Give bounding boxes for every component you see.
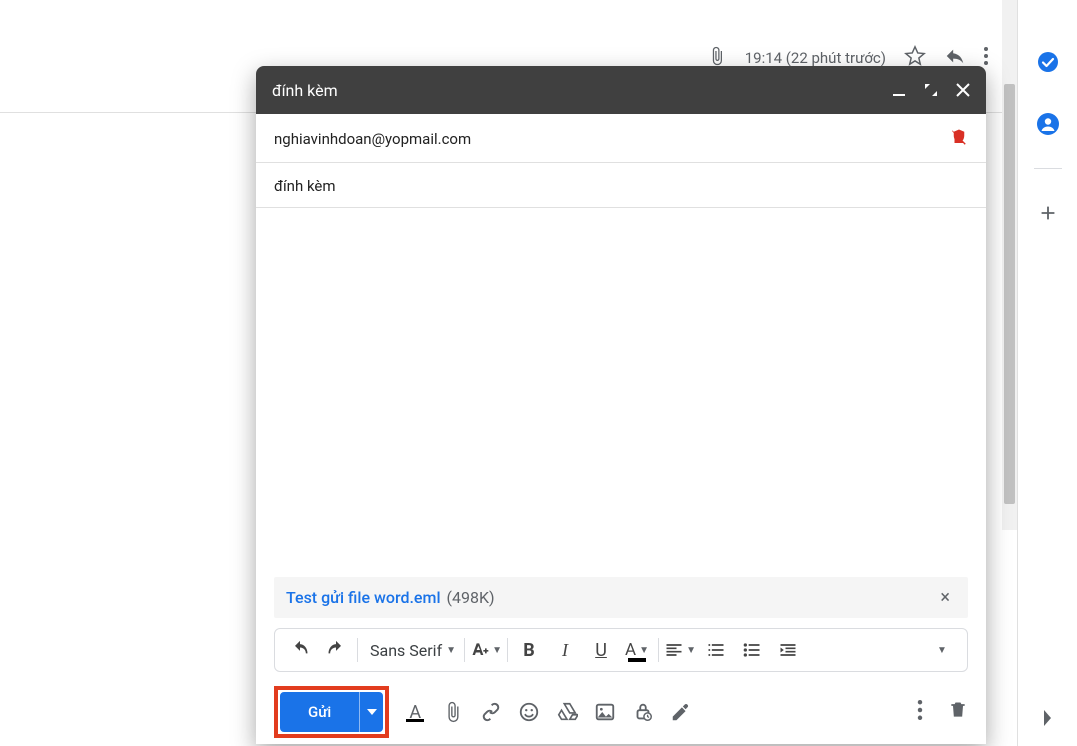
compose-body[interactable] [256, 208, 986, 577]
indent-button[interactable] [771, 633, 805, 667]
bold-button[interactable]: B [512, 633, 546, 667]
text-color-button[interactable]: A▼ [620, 633, 654, 667]
more-formatting-button[interactable]: ▼ [925, 633, 959, 667]
font-size-button[interactable]: ▼ [469, 633, 503, 667]
attachment-size: (498K) [447, 588, 495, 607]
formatting-toolbar: Sans Serif ▼ ▼ B I U A▼ ▼ ▼ [274, 628, 968, 672]
insert-photo-icon[interactable] [593, 700, 617, 724]
attachment-chip: Test gửi file word.eml (498K) × [274, 577, 968, 618]
minimize-icon[interactable] [892, 83, 906, 97]
send-button[interactable]: Gửi [280, 692, 383, 732]
italic-button[interactable]: I [548, 633, 582, 667]
side-expand-icon[interactable] [1018, 708, 1077, 728]
recipient-chip[interactable]: nghiavinhdoan@yopmail.com [274, 130, 950, 148]
insert-signature-icon[interactable] [669, 700, 693, 724]
underline-button[interactable]: U [584, 633, 618, 667]
compose-tool-icons: A [403, 700, 693, 724]
subject-text[interactable]: đính kèm [274, 177, 336, 195]
add-app-button[interactable] [1030, 195, 1066, 231]
tasks-app-icon[interactable] [1030, 44, 1066, 80]
compose-window: đính kèm nghiavinhdoan@yopmail.com đính … [256, 66, 986, 744]
send-button-label[interactable]: Gửi [280, 692, 359, 732]
send-options-dropdown[interactable] [359, 692, 383, 732]
confidential-mode-icon[interactable] [631, 700, 655, 724]
send-button-highlight: Gửi [274, 686, 389, 738]
side-divider [1034, 168, 1062, 169]
font-family-label: Sans Serif [370, 641, 442, 660]
formatting-toggle-icon[interactable]: A [403, 700, 427, 724]
insert-emoji-icon[interactable] [517, 700, 541, 724]
align-button[interactable]: ▼ [663, 633, 697, 667]
undo-button[interactable] [283, 633, 317, 667]
scrollbar-thumb[interactable] [1004, 84, 1015, 504]
bulleted-list-button[interactable] [735, 633, 769, 667]
side-panel [1017, 0, 1077, 746]
fullscreen-icon[interactable] [924, 83, 938, 97]
subject-row[interactable]: đính kèm [256, 163, 986, 208]
compose-title: đính kèm [272, 81, 892, 100]
no-encryption-icon[interactable] [950, 128, 968, 150]
contacts-app-icon[interactable] [1030, 106, 1066, 142]
compose-header[interactable]: đính kèm [256, 66, 986, 114]
email-time: 19:14 (22 phút trước) [745, 49, 886, 67]
numbered-list-button[interactable] [699, 633, 733, 667]
recipients-row[interactable]: nghiavinhdoan@yopmail.com [256, 114, 986, 163]
attach-file-icon[interactable] [441, 700, 465, 724]
discard-draft-icon[interactable] [948, 700, 968, 724]
font-family-select[interactable]: Sans Serif ▼ [362, 641, 460, 660]
insert-link-icon[interactable] [479, 700, 503, 724]
main-scrollbar[interactable] [1002, 0, 1017, 530]
redo-button[interactable] [319, 633, 353, 667]
remove-attachment-icon[interactable]: × [934, 587, 956, 608]
more-icon[interactable] [984, 47, 988, 69]
compose-bottom-bar: Gửi A [256, 680, 986, 744]
more-options-icon[interactable] [910, 700, 930, 724]
insert-drive-icon[interactable] [555, 700, 579, 724]
attachment-filename[interactable]: Test gửi file word.eml [286, 588, 441, 607]
close-icon[interactable] [956, 83, 970, 97]
